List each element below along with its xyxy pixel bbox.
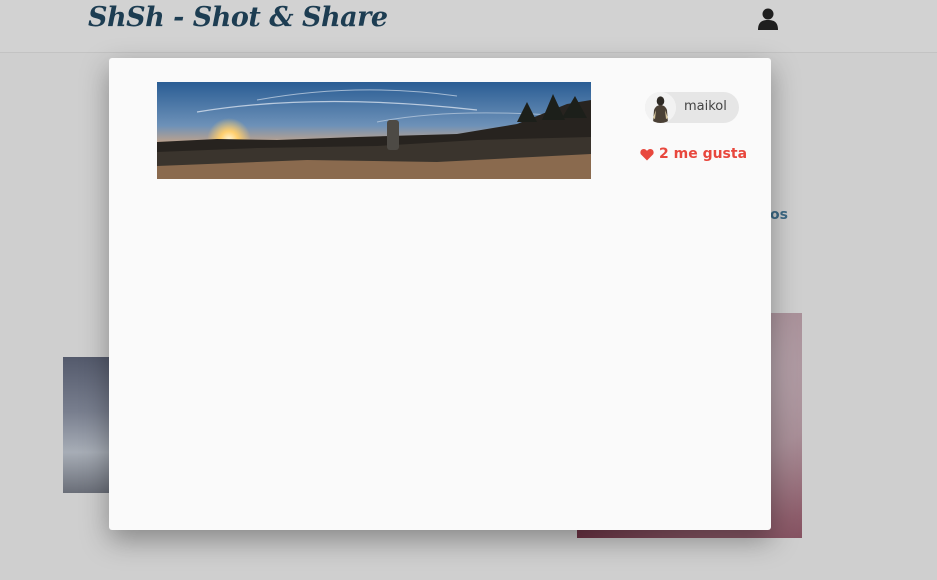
user-icon[interactable] <box>758 8 778 30</box>
background-link-fragment[interactable]: os <box>770 207 788 223</box>
photo-modal: maikol 2 me gusta <box>109 58 771 530</box>
panorama-sunset-photo <box>157 82 591 179</box>
like-button[interactable]: 2 me gusta <box>640 146 747 162</box>
brand-title[interactable]: ShSh - Shot & Share <box>88 2 388 33</box>
avatar-silhouette <box>645 92 676 123</box>
likes-label: 2 me gusta <box>659 146 748 162</box>
author-chip[interactable]: maikol <box>645 92 739 123</box>
navbar: ShSh - Shot & Share <box>0 0 937 53</box>
author-name[interactable]: maikol <box>684 99 727 114</box>
heart-icon <box>640 148 654 160</box>
